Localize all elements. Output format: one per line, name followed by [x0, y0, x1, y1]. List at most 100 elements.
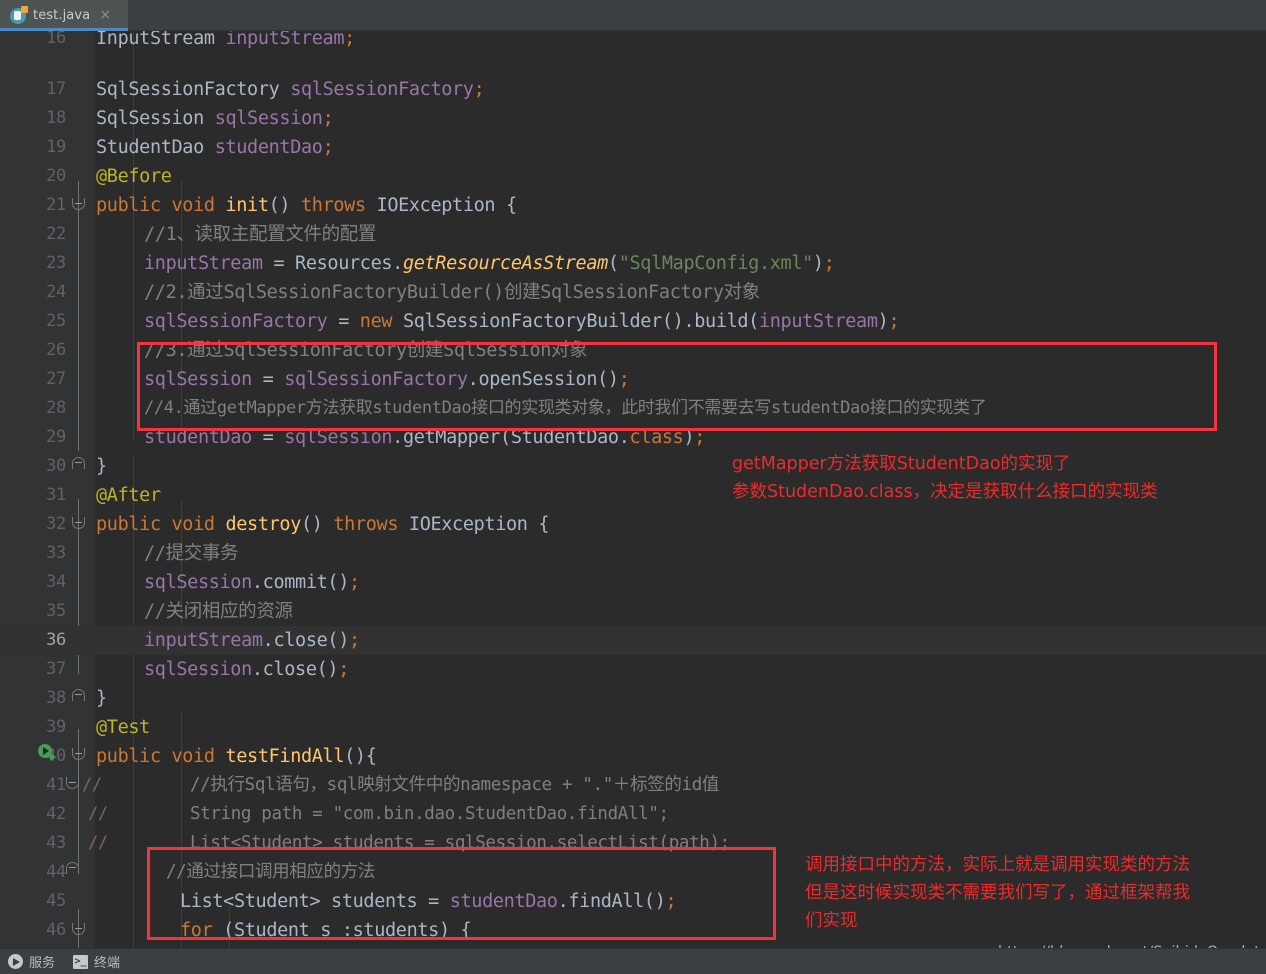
- line-number: 36: [46, 630, 66, 650]
- code-line-row[interactable]: 27 sqlSession = sqlSessionFactory.openSe…: [0, 365, 1266, 394]
- code-line-row[interactable]: 22 //1、读取主配置文件的配置: [0, 220, 1266, 249]
- code-line-row[interactable]: 24 //2.通过SqlSessionFactoryBuilder()创建Sql…: [0, 278, 1266, 307]
- code-line-row[interactable]: 20 @Before: [0, 162, 1266, 191]
- fold-toggle-icon[interactable]: [72, 457, 85, 469]
- line-content: List<Student> students = studentDao.find…: [180, 891, 677, 912]
- line-number: 18: [46, 108, 66, 128]
- line-number: 41: [46, 775, 66, 795]
- code-line-row[interactable]: 30 }: [0, 452, 1266, 481]
- line-content: //2.通过SqlSessionFactoryBuilder()创建SqlSes…: [144, 282, 760, 303]
- code-line-row[interactable]: 25 sqlSessionFactory = new SqlSessionFac…: [0, 307, 1266, 336]
- line-number: 20: [46, 166, 66, 186]
- line-number: 45: [46, 891, 66, 911]
- code-line-row[interactable]: 33 //提交事务: [0, 539, 1266, 568]
- code-line-row[interactable]: 18 SqlSession sqlSession;: [0, 104, 1266, 133]
- status-item-label: 服务: [29, 956, 56, 971]
- line-content: public void init() throws IOException {: [96, 195, 517, 216]
- line-number: 29: [46, 427, 66, 447]
- line-content: SqlSession sqlSession;: [96, 108, 334, 129]
- status-item-terminal[interactable]: >_ 终端: [73, 952, 120, 971]
- code-line-row[interactable]: 23 inputStream = Resources.getResourceAs…: [0, 249, 1266, 278]
- line-number: 27: [46, 369, 66, 389]
- line-number: 44: [46, 862, 66, 882]
- fold-toggle-icon[interactable]: [66, 862, 79, 874]
- code-line-row[interactable]: 21 public void init() throws IOException…: [0, 191, 1266, 220]
- note-getmapper-line-1: getMapper方法获取StudentDao的实现了: [732, 454, 1071, 474]
- code-line-row-current[interactable]: 36 inputStream.close();: [0, 626, 1266, 655]
- code-line-row[interactable]: 40 public void testFindAll(){: [0, 742, 1266, 771]
- run-test-icon[interactable]: [38, 744, 56, 761]
- code-line-row[interactable]: 28 //4.通过getMapper方法获取studentDao接口的实现类对象…: [0, 394, 1266, 423]
- line-number: 17: [46, 79, 66, 99]
- line-content: SqlSessionFactory sqlSessionFactory;: [96, 79, 485, 100]
- code-line-row[interactable]: 34 sqlSession.commit();: [0, 568, 1266, 597]
- line-content: List<Student> students = sqlSession.sele…: [190, 833, 730, 853]
- line-content: @Test: [96, 717, 150, 738]
- tab-label: test.java: [33, 8, 91, 23]
- line-number: 24: [46, 282, 66, 302]
- line-content: //关闭相应的资源: [144, 601, 293, 622]
- note-findall-line-2: 但是这时候实现类不需要我们写了，通过框架帮我: [805, 883, 1190, 903]
- code-line-row[interactable]: 17 SqlSessionFactory sqlSessionFactory;: [0, 75, 1266, 104]
- code-line-row[interactable]: 46 for (Student s :students) {: [0, 916, 1266, 945]
- tab-test-java[interactable]: test.java ×: [0, 0, 128, 31]
- commented-line-marker: //: [82, 775, 102, 795]
- note-findall-line-1: 调用接口中的方法，实际上就是调用实现类的方法: [805, 855, 1190, 875]
- editor-tab-bar: test.java ×: [0, 0, 1266, 31]
- line-number: 39: [46, 717, 66, 737]
- note-findall-line-3: 们实现: [805, 911, 858, 931]
- line-number: 32: [46, 514, 66, 534]
- line-content: //通过接口调用相应的方法: [166, 862, 376, 882]
- code-line-row[interactable]: 29 studentDao = sqlSession.getMapper(Stu…: [0, 423, 1266, 452]
- line-content: //提交事务: [144, 543, 239, 564]
- line-number: 42: [46, 804, 66, 824]
- line-number: 26: [46, 340, 66, 360]
- code-line-row[interactable]: 38 }: [0, 684, 1266, 713]
- code-line-row[interactable]: 37 sqlSession.close();: [0, 655, 1266, 684]
- line-number: 31: [46, 485, 66, 505]
- line-number: 16: [46, 31, 66, 48]
- java-class-icon: [10, 5, 28, 24]
- line-content: //执行Sql语句，sql映射文件中的namespace + "."＋标签的id…: [190, 775, 720, 795]
- line-number: 19: [46, 137, 66, 157]
- terminal-icon: >_: [73, 954, 89, 969]
- commented-line-marker: //: [88, 804, 108, 824]
- code-line-row[interactable]: 26 //3.通过SqlSessionFactory创建SqlSession对象: [0, 336, 1266, 365]
- line-number: 21: [46, 195, 66, 215]
- code-line-row[interactable]: 39 @Test: [0, 713, 1266, 742]
- line-number: 35: [46, 601, 66, 621]
- fold-toggle-icon[interactable]: [72, 689, 85, 701]
- line-content: //4.通过getMapper方法获取studentDao接口的实现类对象，此时…: [144, 398, 987, 418]
- code-line-row[interactable]: 35 //关闭相应的资源: [0, 597, 1266, 626]
- code-line-row[interactable]: 32 public void destroy() throws IOExcept…: [0, 510, 1266, 539]
- line-number: 38: [46, 688, 66, 708]
- line-content: String path = "com.bin.dao.StudentDao.fi…: [190, 804, 669, 824]
- line-number: 37: [46, 659, 66, 679]
- code-line-row[interactable]: 19 StudentDao studentDao;: [0, 133, 1266, 162]
- line-content: //3.通过SqlSessionFactory创建SqlSession对象: [144, 340, 588, 361]
- line-number: 30: [46, 456, 66, 476]
- status-item-services[interactable]: 服务: [8, 952, 55, 971]
- line-content: }: [96, 456, 107, 477]
- line-content: inputStream = Resources.getResourceAsStr…: [144, 253, 835, 274]
- line-number: 33: [46, 543, 66, 563]
- note-getmapper-line-2: 参数StudenDao.class，决定是获取什么接口的实现类: [732, 482, 1158, 502]
- line-number: 40: [46, 746, 66, 766]
- code-line-row[interactable]: 41 // //执行Sql语句，sql映射文件中的namespace + "."…: [0, 771, 1266, 800]
- line-content: InputStream inputStream;: [96, 31, 355, 49]
- line-content: for (Student s :students) {: [180, 920, 472, 941]
- services-run-icon: [8, 954, 23, 969]
- close-icon[interactable]: ×: [98, 8, 112, 23]
- line-content: StudentDao studentDao;: [96, 137, 334, 158]
- line-number: 22: [46, 224, 66, 244]
- code-line-row[interactable]: 42 // String path = "com.bin.dao.Student…: [0, 800, 1266, 829]
- line-content: sqlSessionFactory = new SqlSessionFactor…: [144, 311, 900, 332]
- line-content: public void testFindAll(){: [96, 746, 377, 767]
- line-number: 46: [46, 920, 66, 940]
- line-number: 28: [46, 398, 66, 418]
- line-content: @Before: [96, 166, 172, 187]
- code-line-row[interactable]: 16 InputStream inputStream;: [0, 31, 1266, 53]
- line-content: studentDao = sqlSession.getMapper(Studen…: [144, 427, 706, 448]
- line-number: 25: [46, 311, 66, 331]
- line-content: sqlSession.close();: [144, 659, 349, 680]
